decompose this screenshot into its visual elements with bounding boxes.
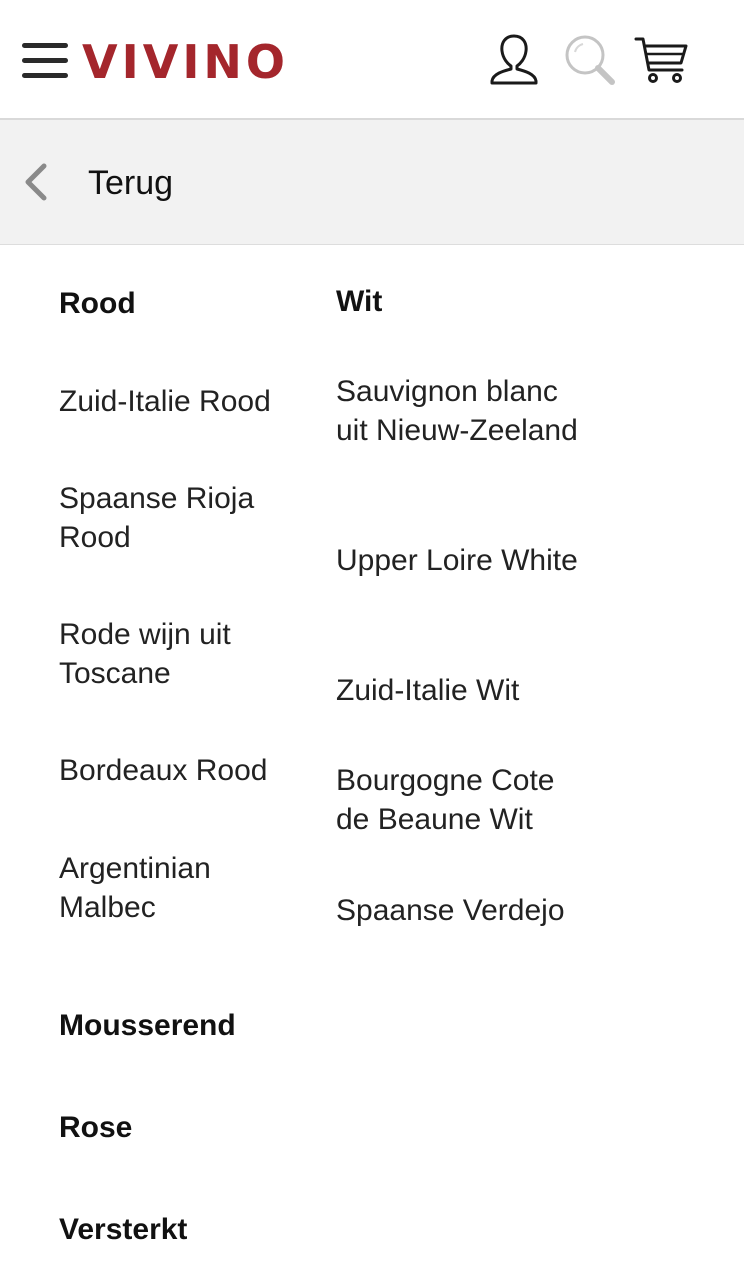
vivino-logo[interactable]: VIVINO xyxy=(82,36,289,88)
menu-link[interactable]: Spaanse Verdejo xyxy=(336,891,581,930)
back-button[interactable]: Terug xyxy=(0,120,744,245)
category-red-title[interactable]: Rood xyxy=(59,284,299,324)
menu-link[interactable]: Spaanse Rioja Rood xyxy=(59,479,299,557)
search-icon[interactable] xyxy=(560,30,620,90)
hamburger-menu-icon[interactable] xyxy=(22,40,68,82)
menu-link[interactable]: Rode wijn uit Toscane xyxy=(59,615,299,693)
menu-link[interactable]: Argentinian Malbec xyxy=(59,849,299,927)
category-rose-title[interactable]: Rose xyxy=(59,1108,459,1148)
cart-icon[interactable] xyxy=(632,30,692,90)
category-fortified-title[interactable]: Versterkt xyxy=(59,1210,459,1250)
back-label: Terug xyxy=(88,164,174,202)
menu-link[interactable]: Sauvignon blanc uit Nieuw-Zeeland xyxy=(336,372,581,450)
menu-link[interactable]: Upper Loire White xyxy=(336,541,581,580)
menu-link[interactable]: Bourgogne Cote de Beaune Wit xyxy=(336,761,581,839)
site-header: VIVINO xyxy=(0,0,744,120)
category-white-title[interactable]: Wit xyxy=(336,282,581,322)
menu-link[interactable]: Bordeaux Rood xyxy=(59,751,299,790)
menu-link[interactable]: Zuid-Italie Wit xyxy=(336,671,581,710)
category-sparkling-title[interactable]: Mousserend xyxy=(59,1006,459,1046)
menu-link[interactable]: Zuid-Italie Rood xyxy=(59,382,299,421)
user-icon[interactable] xyxy=(484,30,544,90)
chevron-left-icon xyxy=(25,163,47,201)
